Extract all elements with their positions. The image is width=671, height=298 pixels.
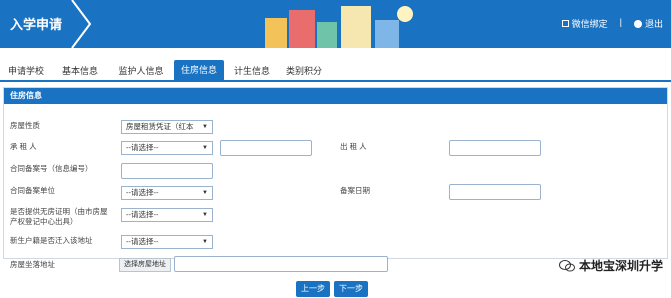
panel-title: 住房信息 xyxy=(4,88,667,104)
wechat-logo-icon xyxy=(558,259,575,271)
no-house-proof-label: 是否提供无房证明（由市房屋产权登记中心出具） xyxy=(10,207,108,226)
wechat-bind-link[interactable]: 微信绑定 xyxy=(561,17,608,30)
lessee-label: 承 租 人 xyxy=(10,142,37,151)
no-house-proof-select[interactable]: --请选择-- ▼ xyxy=(121,208,213,222)
header-divider: | xyxy=(619,17,622,27)
wechat-icon xyxy=(561,20,569,27)
dropdown-arrow-icon: ▼ xyxy=(202,212,208,218)
newborn-move-select[interactable]: --请选择-- ▼ xyxy=(121,235,213,249)
page-title: 入学申请 xyxy=(10,17,63,32)
address-input[interactable] xyxy=(174,256,388,272)
next-button[interactable]: 下一步 xyxy=(334,281,368,297)
power-icon xyxy=(633,19,642,28)
dropdown-arrow-icon: ▼ xyxy=(202,124,208,130)
watermark-text: 本地宝深圳升学 xyxy=(578,259,663,273)
housing-panel: 住房信息 房屋性质 房屋租赁凭证（红本 ▼ 承 租 人 --请选择-- ▼ 出 … xyxy=(3,87,668,259)
tab-housing-info[interactable]: 住房信息 xyxy=(174,60,224,80)
tab-guardian-info[interactable]: 监护人信息 xyxy=(112,62,170,80)
record-date-label: 备案日期 xyxy=(340,186,370,195)
tab-school[interactable]: 申请学校 xyxy=(4,62,48,80)
decorative-illustration xyxy=(265,6,413,48)
logout-link[interactable]: 退出 xyxy=(633,17,663,30)
lessor-input[interactable] xyxy=(449,140,541,156)
choose-address-button[interactable]: 选择房屋地址 xyxy=(119,258,171,272)
lessee-select[interactable]: --请选择-- ▼ xyxy=(121,141,213,155)
wechat-bind-label: 微信绑定 xyxy=(571,19,608,29)
record-date-input[interactable] xyxy=(449,184,541,200)
contract-no-input[interactable] xyxy=(121,163,213,179)
logout-label: 退出 xyxy=(644,19,663,29)
tab-family-planning[interactable]: 计生信息 xyxy=(230,62,274,80)
tab-category-points[interactable]: 类别积分 xyxy=(282,62,326,80)
housing-nature-label: 房屋性质 xyxy=(10,121,40,130)
tab-basic-info[interactable]: 基本信息 xyxy=(58,62,102,80)
header-banner: 入学申请 微信绑定 | 退出 xyxy=(0,0,671,48)
newborn-move-label: 新生户籍是否迁入该地址 xyxy=(10,236,93,245)
tab-bar: 申请学校 基本信息 监护人信息 住房信息 计生信息 类别积分 xyxy=(0,60,671,82)
housing-nature-select[interactable]: 房屋租赁凭证（红本 ▼ xyxy=(121,120,213,134)
dropdown-arrow-icon: ▼ xyxy=(202,190,208,196)
lessor-label: 出 租 人 xyxy=(340,142,367,151)
prev-button[interactable]: 上一步 xyxy=(296,281,330,297)
lessee-input[interactable] xyxy=(220,140,312,156)
contract-unit-label: 合同备案单位 xyxy=(10,186,55,195)
contract-unit-select[interactable]: --请选择-- ▼ xyxy=(121,186,213,200)
dropdown-arrow-icon: ▼ xyxy=(202,239,208,245)
contract-no-label: 合同备案号（信息编号） xyxy=(10,164,93,173)
watermark: 本地宝深圳升学 xyxy=(558,257,663,274)
dropdown-arrow-icon: ▼ xyxy=(202,145,208,151)
chevron-right-icon xyxy=(71,0,92,48)
address-label: 房屋坐落地址 xyxy=(10,260,55,269)
